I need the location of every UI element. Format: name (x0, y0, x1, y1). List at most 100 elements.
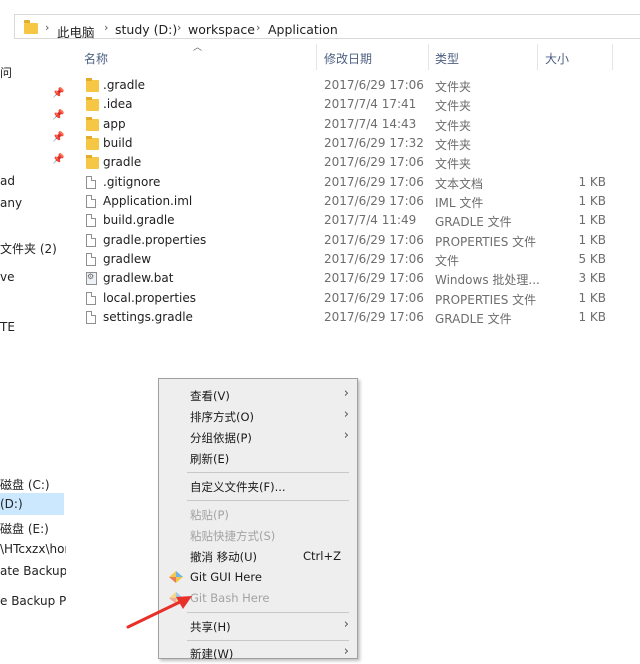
breadcrumb-study-drive[interactable]: study (D:) (115, 22, 177, 37)
file-row[interactable]: Application.iml 2017/6/29 17:06 IML 文件 1… (80, 192, 620, 211)
breadcrumb-chevron-icon[interactable]: › (45, 21, 49, 34)
menu-item-refresh[interactable]: 刷新(E) (159, 448, 357, 469)
nav-item-drive[interactable]: ve (0, 270, 14, 284)
file-row[interactable]: .idea 2017/7/4 17:41 文件夹 (80, 95, 620, 114)
file-date: 2017/6/29 17:06 (324, 291, 424, 305)
file-type: PROPERTIES 文件 (435, 293, 537, 307)
file-type: PROPERTIES 文件 (435, 235, 537, 249)
nav-item-backup-1[interactable]: ate Backup P (0, 564, 66, 578)
file-name: gradle.properties (103, 233, 207, 247)
file-type: 文件夹 (435, 138, 472, 152)
nav-item-folders[interactable]: 文件夹 (2) (0, 240, 57, 257)
file-icon (86, 311, 96, 324)
submenu-arrow-icon: › (343, 617, 349, 632)
pin-icon[interactable]: 📌 (52, 110, 64, 121)
column-size[interactable]: 大小 (545, 50, 569, 67)
menu-item-label: Git GUI Here (190, 570, 262, 584)
file-name: build (103, 136, 133, 150)
nav-item-network-share[interactable]: \HTcxzx\hon (0, 542, 66, 556)
file-type: GRADLE 文件 (435, 215, 512, 229)
file-date: 2017/7/4 11:49 (324, 213, 417, 227)
menu-item-group-by[interactable]: 分组依据(P) › (159, 427, 357, 448)
file-name: .gitignore (103, 175, 161, 189)
nav-item-e-drive[interactable]: 磁盘 (E:) (0, 520, 49, 537)
file-icon (86, 292, 96, 305)
file-row[interactable]: gradle.properties 2017/6/29 17:06 PROPER… (80, 231, 620, 250)
folder-icon (86, 97, 99, 111)
folder-icon (86, 136, 99, 150)
column-name[interactable]: 名称 (84, 50, 108, 67)
nav-item-quick-access[interactable]: 问 (0, 64, 12, 81)
file-type: IML 文件 (435, 196, 484, 210)
menu-item-new[interactable]: 新建(W) › (159, 643, 357, 664)
column-divider[interactable] (612, 44, 613, 70)
file-row[interactable]: gradle 2017/6/29 17:06 文件夹 (80, 153, 620, 172)
nav-item-d-drive[interactable]: (D:) (0, 493, 64, 515)
file-name: build.gradle (103, 213, 175, 227)
file-type: Windows 批处理... (435, 273, 540, 287)
menu-item-undo-move[interactable]: 撤消 移动(U) Ctrl+Z (159, 546, 357, 567)
file-row[interactable]: .gradle 2017/6/29 17:06 文件夹 (80, 76, 620, 95)
file-name: settings.gradle (103, 310, 193, 324)
column-divider[interactable] (316, 44, 317, 70)
file-date: 2017/6/29 17:06 (324, 310, 424, 324)
column-divider[interactable] (428, 44, 429, 70)
nav-item-download[interactable]: ad (0, 174, 15, 188)
file-size: 5 KB (578, 252, 606, 266)
menu-item-customize-folder[interactable]: 自定义文件夹(F)... (159, 476, 357, 497)
file-name: .gradle (103, 78, 146, 92)
breadcrumb-chevron-icon[interactable]: › (104, 21, 108, 34)
file-date: 2017/6/29 17:06 (324, 78, 424, 92)
column-header: 名称 修改日期 类型 大小 (80, 44, 640, 70)
address-bar[interactable]: › 此电脑 › study (D:) › workspace › Applica… (14, 12, 640, 42)
file-name: local.properties (103, 291, 197, 305)
file-row[interactable]: .gitignore 2017/6/29 17:06 文本文档 1 KB (80, 173, 620, 192)
breadcrumb-this-pc[interactable]: 此电脑 (57, 22, 95, 41)
folder-icon (86, 78, 99, 92)
batch-file-icon (86, 272, 97, 285)
column-type[interactable]: 类型 (435, 50, 459, 67)
nav-item-backup-2[interactable]: e Backup Plu (0, 594, 66, 608)
submenu-arrow-icon: › (343, 407, 349, 422)
folder-icon (24, 20, 38, 34)
nav-item-company[interactable]: any (0, 196, 22, 210)
file-date: 2017/7/4 17:41 (324, 97, 417, 111)
file-row[interactable]: gradlew.bat 2017/6/29 17:06 Windows 批处理.… (80, 269, 620, 288)
submenu-arrow-icon: › (343, 386, 349, 401)
nav-item-c-drive[interactable]: 磁盘 (C:) (0, 476, 50, 493)
address-box[interactable]: › 此电脑 › study (D:) › workspace › Applica… (14, 14, 640, 41)
file-type: 文件夹 (435, 119, 472, 133)
menu-item-label: 排序方式(O) (190, 410, 255, 424)
column-date[interactable]: 修改日期 (324, 50, 372, 67)
menu-item-paste-shortcut[interactable]: 粘贴快捷方式(S) (159, 525, 357, 546)
file-row[interactable]: settings.gradle 2017/6/29 17:06 GRADLE 文… (80, 308, 620, 327)
column-divider[interactable] (537, 44, 538, 70)
file-row[interactable]: gradlew 2017/6/29 17:06 文件 5 KB (80, 250, 620, 269)
file-type: 文件夹 (435, 99, 472, 113)
folder-icon (86, 155, 99, 169)
menu-separator (187, 500, 349, 501)
menu-separator (187, 472, 349, 473)
file-row[interactable]: local.properties 2017/6/29 17:06 PROPERT… (80, 289, 620, 308)
pin-icon[interactable]: 📌 (52, 132, 64, 143)
breadcrumb-application[interactable]: Application (268, 22, 338, 37)
file-row[interactable]: build.gradle 2017/7/4 11:49 GRADLE 文件 1 … (80, 211, 620, 230)
pin-icon[interactable]: 📌 (52, 154, 64, 165)
breadcrumb-workspace[interactable]: workspace (188, 22, 255, 37)
menu-item-view[interactable]: 查看(V) › (159, 385, 357, 406)
nav-item-te[interactable]: TE (0, 320, 15, 334)
file-size: 1 KB (578, 291, 606, 305)
pin-icon[interactable]: 📌 (52, 88, 64, 99)
file-name: Application.iml (103, 194, 193, 208)
breadcrumb-chevron-icon[interactable]: › (177, 21, 181, 34)
navigation-pane: 问 📌 📌 📌 📌 ad any 文件夹 (2) ve TE 磁盘 (C:) (… (0, 44, 66, 659)
file-row[interactable]: app 2017/7/4 14:43 文件夹 (80, 115, 620, 134)
red-arrow-annotation (126, 596, 192, 629)
file-row[interactable]: build 2017/6/29 17:32 文件夹 (80, 134, 620, 153)
menu-item-label: 刷新(E) (190, 452, 230, 466)
menu-item-sort-by[interactable]: 排序方式(O) › (159, 406, 357, 427)
file-name: app (103, 117, 126, 131)
menu-item-label: Git Bash Here (190, 591, 270, 605)
breadcrumb-chevron-icon[interactable]: › (256, 21, 260, 34)
menu-item-paste[interactable]: 粘贴(P) (159, 504, 357, 525)
